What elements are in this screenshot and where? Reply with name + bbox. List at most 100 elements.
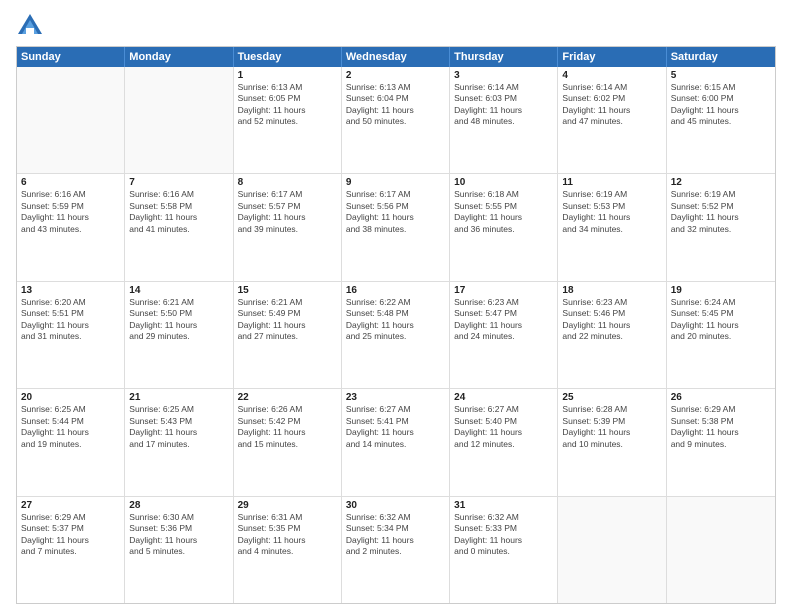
day-info: Sunrise: 6:16 AM Sunset: 5:59 PM Dayligh… — [21, 189, 120, 235]
day-info: Sunrise: 6:23 AM Sunset: 5:47 PM Dayligh… — [454, 297, 553, 343]
day-info: Sunrise: 6:22 AM Sunset: 5:48 PM Dayligh… — [346, 297, 445, 343]
day-number: 6 — [21, 177, 120, 188]
day-cell-20: 20Sunrise: 6:25 AM Sunset: 5:44 PM Dayli… — [17, 389, 125, 495]
day-info: Sunrise: 6:19 AM Sunset: 5:53 PM Dayligh… — [562, 189, 661, 235]
day-cell-8: 8Sunrise: 6:17 AM Sunset: 5:57 PM Daylig… — [234, 174, 342, 280]
day-number: 25 — [562, 392, 661, 403]
day-number: 12 — [671, 177, 771, 188]
day-number: 9 — [346, 177, 445, 188]
day-cell-9: 9Sunrise: 6:17 AM Sunset: 5:56 PM Daylig… — [342, 174, 450, 280]
day-number: 17 — [454, 285, 553, 296]
day-number: 30 — [346, 500, 445, 511]
calendar-body: 1Sunrise: 6:13 AM Sunset: 6:05 PM Daylig… — [17, 67, 775, 603]
day-cell-19: 19Sunrise: 6:24 AM Sunset: 5:45 PM Dayli… — [667, 282, 775, 388]
day-number: 16 — [346, 285, 445, 296]
day-cell-6: 6Sunrise: 6:16 AM Sunset: 5:59 PM Daylig… — [17, 174, 125, 280]
day-info: Sunrise: 6:32 AM Sunset: 5:34 PM Dayligh… — [346, 512, 445, 558]
day-number: 3 — [454, 70, 553, 81]
day-number: 27 — [21, 500, 120, 511]
day-number: 7 — [129, 177, 228, 188]
day-cell-4: 4Sunrise: 6:14 AM Sunset: 6:02 PM Daylig… — [558, 67, 666, 173]
day-number: 13 — [21, 285, 120, 296]
day-cell-2: 2Sunrise: 6:13 AM Sunset: 6:04 PM Daylig… — [342, 67, 450, 173]
day-number: 24 — [454, 392, 553, 403]
weekday-header-monday: Monday — [125, 47, 233, 67]
day-number: 8 — [238, 177, 337, 188]
day-number: 29 — [238, 500, 337, 511]
day-cell-3: 3Sunrise: 6:14 AM Sunset: 6:03 PM Daylig… — [450, 67, 558, 173]
day-number: 11 — [562, 177, 661, 188]
empty-cell-r0c1 — [125, 67, 233, 173]
day-info: Sunrise: 6:29 AM Sunset: 5:38 PM Dayligh… — [671, 404, 771, 450]
day-number: 22 — [238, 392, 337, 403]
day-info: Sunrise: 6:14 AM Sunset: 6:03 PM Dayligh… — [454, 82, 553, 128]
logo-icon — [16, 12, 44, 40]
calendar-row-1: 1Sunrise: 6:13 AM Sunset: 6:05 PM Daylig… — [17, 67, 775, 173]
weekday-header-tuesday: Tuesday — [234, 47, 342, 67]
day-number: 23 — [346, 392, 445, 403]
day-info: Sunrise: 6:21 AM Sunset: 5:49 PM Dayligh… — [238, 297, 337, 343]
day-info: Sunrise: 6:13 AM Sunset: 6:05 PM Dayligh… — [238, 82, 337, 128]
page: SundayMondayTuesdayWednesdayThursdayFrid… — [0, 0, 792, 612]
day-cell-29: 29Sunrise: 6:31 AM Sunset: 5:35 PM Dayli… — [234, 497, 342, 603]
day-info: Sunrise: 6:25 AM Sunset: 5:43 PM Dayligh… — [129, 404, 228, 450]
day-cell-15: 15Sunrise: 6:21 AM Sunset: 5:49 PM Dayli… — [234, 282, 342, 388]
day-cell-1: 1Sunrise: 6:13 AM Sunset: 6:05 PM Daylig… — [234, 67, 342, 173]
day-cell-7: 7Sunrise: 6:16 AM Sunset: 5:58 PM Daylig… — [125, 174, 233, 280]
day-info: Sunrise: 6:26 AM Sunset: 5:42 PM Dayligh… — [238, 404, 337, 450]
day-info: Sunrise: 6:15 AM Sunset: 6:00 PM Dayligh… — [671, 82, 771, 128]
day-info: Sunrise: 6:21 AM Sunset: 5:50 PM Dayligh… — [129, 297, 228, 343]
day-info: Sunrise: 6:18 AM Sunset: 5:55 PM Dayligh… — [454, 189, 553, 235]
day-info: Sunrise: 6:25 AM Sunset: 5:44 PM Dayligh… — [21, 404, 120, 450]
weekday-header-saturday: Saturday — [667, 47, 775, 67]
day-cell-13: 13Sunrise: 6:20 AM Sunset: 5:51 PM Dayli… — [17, 282, 125, 388]
day-cell-24: 24Sunrise: 6:27 AM Sunset: 5:40 PM Dayli… — [450, 389, 558, 495]
day-cell-31: 31Sunrise: 6:32 AM Sunset: 5:33 PM Dayli… — [450, 497, 558, 603]
day-number: 28 — [129, 500, 228, 511]
day-number: 1 — [238, 70, 337, 81]
day-cell-21: 21Sunrise: 6:25 AM Sunset: 5:43 PM Dayli… — [125, 389, 233, 495]
day-info: Sunrise: 6:19 AM Sunset: 5:52 PM Dayligh… — [671, 189, 771, 235]
day-info: Sunrise: 6:28 AM Sunset: 5:39 PM Dayligh… — [562, 404, 661, 450]
calendar-row-3: 13Sunrise: 6:20 AM Sunset: 5:51 PM Dayli… — [17, 281, 775, 388]
calendar-row-2: 6Sunrise: 6:16 AM Sunset: 5:59 PM Daylig… — [17, 173, 775, 280]
day-number: 10 — [454, 177, 553, 188]
weekday-header-friday: Friday — [558, 47, 666, 67]
day-info: Sunrise: 6:13 AM Sunset: 6:04 PM Dayligh… — [346, 82, 445, 128]
weekday-header-sunday: Sunday — [17, 47, 125, 67]
day-cell-12: 12Sunrise: 6:19 AM Sunset: 5:52 PM Dayli… — [667, 174, 775, 280]
day-number: 18 — [562, 285, 661, 296]
header — [16, 12, 776, 40]
day-number: 2 — [346, 70, 445, 81]
empty-cell-r4c5 — [558, 497, 666, 603]
day-info: Sunrise: 6:30 AM Sunset: 5:36 PM Dayligh… — [129, 512, 228, 558]
day-cell-23: 23Sunrise: 6:27 AM Sunset: 5:41 PM Dayli… — [342, 389, 450, 495]
day-number: 19 — [671, 285, 771, 296]
day-number: 20 — [21, 392, 120, 403]
day-info: Sunrise: 6:14 AM Sunset: 6:02 PM Dayligh… — [562, 82, 661, 128]
day-info: Sunrise: 6:17 AM Sunset: 5:56 PM Dayligh… — [346, 189, 445, 235]
day-cell-27: 27Sunrise: 6:29 AM Sunset: 5:37 PM Dayli… — [17, 497, 125, 603]
day-info: Sunrise: 6:27 AM Sunset: 5:41 PM Dayligh… — [346, 404, 445, 450]
day-cell-30: 30Sunrise: 6:32 AM Sunset: 5:34 PM Dayli… — [342, 497, 450, 603]
day-number: 5 — [671, 70, 771, 81]
day-info: Sunrise: 6:17 AM Sunset: 5:57 PM Dayligh… — [238, 189, 337, 235]
day-cell-18: 18Sunrise: 6:23 AM Sunset: 5:46 PM Dayli… — [558, 282, 666, 388]
day-cell-28: 28Sunrise: 6:30 AM Sunset: 5:36 PM Dayli… — [125, 497, 233, 603]
day-cell-17: 17Sunrise: 6:23 AM Sunset: 5:47 PM Dayli… — [450, 282, 558, 388]
day-number: 21 — [129, 392, 228, 403]
day-number: 26 — [671, 392, 771, 403]
day-cell-22: 22Sunrise: 6:26 AM Sunset: 5:42 PM Dayli… — [234, 389, 342, 495]
day-info: Sunrise: 6:32 AM Sunset: 5:33 PM Dayligh… — [454, 512, 553, 558]
calendar-row-5: 27Sunrise: 6:29 AM Sunset: 5:37 PM Dayli… — [17, 496, 775, 603]
day-number: 15 — [238, 285, 337, 296]
day-cell-10: 10Sunrise: 6:18 AM Sunset: 5:55 PM Dayli… — [450, 174, 558, 280]
weekday-header-wednesday: Wednesday — [342, 47, 450, 67]
logo — [16, 12, 48, 40]
day-cell-25: 25Sunrise: 6:28 AM Sunset: 5:39 PM Dayli… — [558, 389, 666, 495]
day-info: Sunrise: 6:16 AM Sunset: 5:58 PM Dayligh… — [129, 189, 228, 235]
day-number: 31 — [454, 500, 553, 511]
calendar-row-4: 20Sunrise: 6:25 AM Sunset: 5:44 PM Dayli… — [17, 388, 775, 495]
day-cell-16: 16Sunrise: 6:22 AM Sunset: 5:48 PM Dayli… — [342, 282, 450, 388]
day-info: Sunrise: 6:24 AM Sunset: 5:45 PM Dayligh… — [671, 297, 771, 343]
